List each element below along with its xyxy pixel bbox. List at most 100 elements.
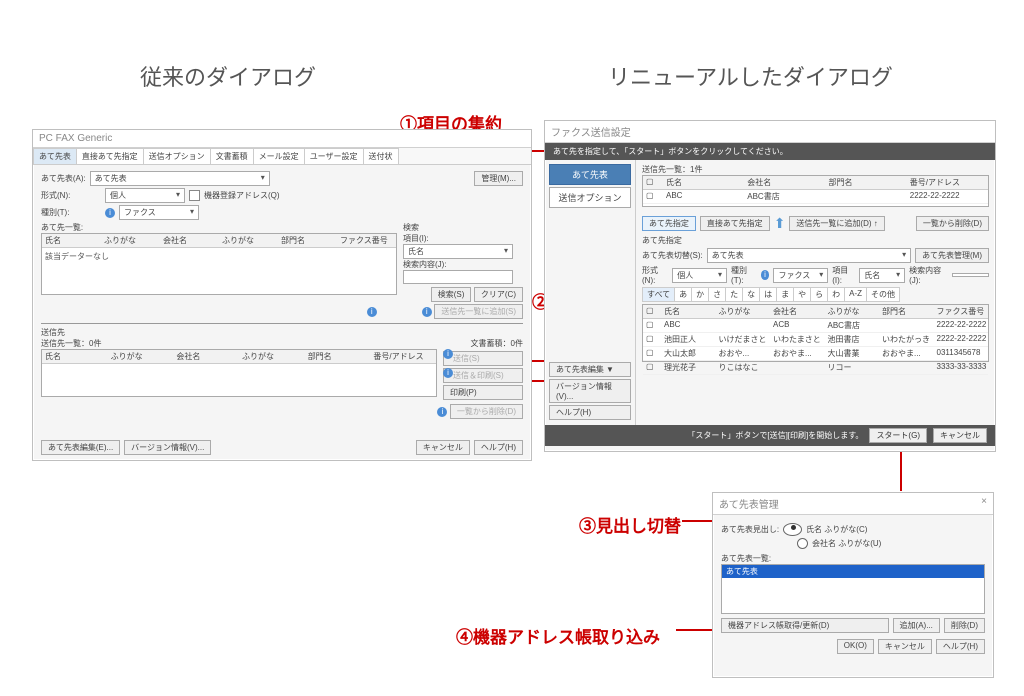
keisiki-label: 形式(N):: [41, 190, 101, 201]
search-label: 検索: [403, 222, 523, 233]
man-title: あて先表管理: [719, 496, 779, 511]
kana-ka[interactable]: か: [691, 287, 709, 302]
version-button[interactable]: バージョン情報(V)...: [124, 440, 211, 455]
kana-ra[interactable]: ら: [810, 287, 828, 302]
old-title: PC FAX Generic: [33, 130, 531, 148]
r2-label: 会社名 ふりがな(U): [812, 538, 881, 549]
tab-store[interactable]: 文書蓄積: [210, 148, 254, 164]
edit-button[interactable]: あて先表編集(E)...: [41, 440, 120, 455]
tab-direct[interactable]: 直接あて先指定: [76, 148, 144, 164]
tab-cover[interactable]: 送付状: [363, 148, 399, 164]
nodata: 該当データーなし: [42, 248, 396, 265]
add-button[interactable]: 送信先一覧に追加(D) ↑: [789, 216, 884, 231]
kana-wa[interactable]: わ: [827, 287, 845, 302]
left-title: 従来のダイアログ: [140, 60, 316, 92]
cancel-button[interactable]: キャンセル: [878, 639, 932, 654]
help-button[interactable]: ヘルプ(H): [549, 405, 631, 420]
kana-az[interactable]: A-Z: [844, 287, 867, 302]
info-icon: i: [761, 270, 770, 280]
info-icon: i: [437, 407, 447, 417]
vtab-atesaki[interactable]: あて先表: [549, 164, 631, 185]
kana-sa[interactable]: さ: [708, 287, 726, 302]
naiyou-input[interactable]: [952, 273, 989, 277]
koumoku-label: 項目(I):: [832, 265, 855, 285]
kana-ha[interactable]: は: [759, 287, 777, 302]
tab-atesaki[interactable]: あて先表: [33, 148, 77, 164]
betsu-select[interactable]: ファクス: [773, 268, 828, 283]
subtab-2[interactable]: 直接あて先指定: [700, 216, 770, 231]
kanri-button[interactable]: あて先表管理(M): [915, 248, 989, 263]
top-list[interactable]: ▢氏名会社名部門名番号/アドレス ▢ABCABC書店2222-22-2222: [642, 175, 989, 207]
subtab-1[interactable]: あて先指定: [642, 216, 696, 231]
atesaki-select[interactable]: あて先表: [90, 171, 270, 186]
import-button[interactable]: 機器アドレス帳取得/更新(D): [721, 618, 889, 633]
kanri-button[interactable]: 管理(M)...: [474, 171, 523, 186]
cancel-button[interactable]: キャンセル: [933, 428, 987, 443]
koumoku-label: 項目(I):: [403, 233, 523, 244]
help-button[interactable]: ヘルプ(H): [936, 639, 985, 654]
main-list[interactable]: ▢氏名ふりがな会社名ふりがな部門名ファクス番号 ▢ABCACBABC書店2222…: [642, 304, 989, 362]
del-button[interactable]: 削除(D): [944, 618, 985, 633]
old-dialog: PC FAX Generic あて先表 直接あて先指定 送信オプション 文書蓄積…: [32, 129, 532, 461]
ok-button[interactable]: OK(O): [837, 639, 874, 654]
keisiki-select[interactable]: 個人: [672, 268, 727, 283]
send-header: 氏名ふりがな会社名ふりがな部門名番号/アドレス: [42, 350, 436, 364]
info-icon: i: [105, 208, 115, 218]
search-button[interactable]: 検索(S): [431, 287, 472, 302]
betsu-select[interactable]: ファクス: [119, 205, 199, 220]
instruct-bar: あて先を指定して、「スタート」ボタンをクリックしてください。: [545, 143, 995, 160]
arrow-icon: ⬆: [774, 215, 786, 232]
man-list[interactable]: あて先表: [721, 564, 985, 614]
start-button[interactable]: スタート(G): [869, 428, 927, 443]
kirikae-select[interactable]: あて先表: [707, 248, 911, 263]
kana-other[interactable]: その他: [866, 287, 900, 302]
info-icon: i: [443, 349, 453, 359]
list-label: あて先一覧:: [41, 222, 397, 233]
list-item[interactable]: あて先表: [722, 565, 984, 578]
line: [900, 447, 902, 491]
info-icon: i: [443, 368, 453, 378]
old-list[interactable]: 氏名ふりがな会社名ふりがな部門名ファクス番号 該当データーなし: [41, 233, 397, 295]
send-list[interactable]: 氏名ふりがな会社名ふりがな部門名番号/アドレス: [41, 349, 437, 397]
kana-ma[interactable]: ま: [776, 287, 794, 302]
add-button[interactable]: 追加(A)...: [893, 618, 940, 633]
kana-ta[interactable]: た: [725, 287, 743, 302]
clear-button[interactable]: クリア(C): [474, 287, 523, 302]
list-header: 氏名ふりがな会社名ふりがな部門名ファクス番号: [42, 234, 396, 248]
tab-option[interactable]: 送信オプション: [143, 148, 211, 164]
kirikae-label: あて先表切替(S):: [642, 250, 703, 261]
naiyou-input[interactable]: [403, 270, 513, 284]
del-button[interactable]: 一覧から削除(D): [916, 216, 989, 231]
tab-mail[interactable]: メール設定: [253, 148, 305, 164]
midashi-label: あて先表見出し:: [721, 524, 779, 535]
new-title: ファクス送信設定: [545, 121, 995, 143]
tab-user[interactable]: ユーザー設定: [304, 148, 364, 164]
close-icon[interactable]: ×: [981, 496, 987, 511]
send-button[interactable]: 送信(S): [443, 351, 523, 366]
kiki-label: 機器登録アドレス(Q): [204, 190, 280, 201]
kana-na[interactable]: な: [742, 287, 760, 302]
new-dialog: ファクス送信設定 あて先を指定して、「スタート」ボタンをクリックしてください。 …: [544, 120, 996, 452]
send-print-button[interactable]: 送信＆印刷(S): [443, 368, 523, 383]
del-button[interactable]: 一覧から削除(D): [450, 404, 523, 419]
help-button[interactable]: ヘルプ(H): [474, 440, 523, 455]
print-button[interactable]: 印刷(P): [443, 385, 523, 400]
old-tabs[interactable]: あて先表 直接あて先指定 送信オプション 文書蓄積 メール設定 ユーザー設定 送…: [33, 148, 531, 165]
cancel-button[interactable]: キャンセル: [416, 440, 470, 455]
keisiki-label: 形式(N):: [642, 265, 668, 285]
koumoku-select[interactable]: 氏名: [403, 244, 513, 259]
footer-bar: 「スタート」ボタンで[送信][印刷]を開始します。 スタート(G) キャンセル: [545, 425, 995, 446]
kana-a[interactable]: あ: [674, 287, 692, 302]
radio-name[interactable]: [783, 523, 802, 536]
kana-all[interactable]: すべて: [642, 287, 675, 302]
kana-ya[interactable]: や: [793, 287, 811, 302]
kana-tabs[interactable]: すべて あ か さ た な は ま や ら わ A-Z その他: [642, 287, 989, 302]
add-button[interactable]: 送信先一覧に追加(S): [434, 304, 523, 319]
radio-company[interactable]: [797, 538, 808, 549]
edit-button[interactable]: あて先表編集 ▼: [549, 362, 631, 377]
koumoku-select[interactable]: 氏名: [859, 268, 905, 283]
kiki-checkbox[interactable]: [189, 190, 200, 201]
version-button[interactable]: バージョン情報(V)...: [549, 379, 631, 403]
vtab-option[interactable]: 送信オプション: [549, 187, 631, 208]
keisiki-select[interactable]: 個人: [105, 188, 185, 203]
